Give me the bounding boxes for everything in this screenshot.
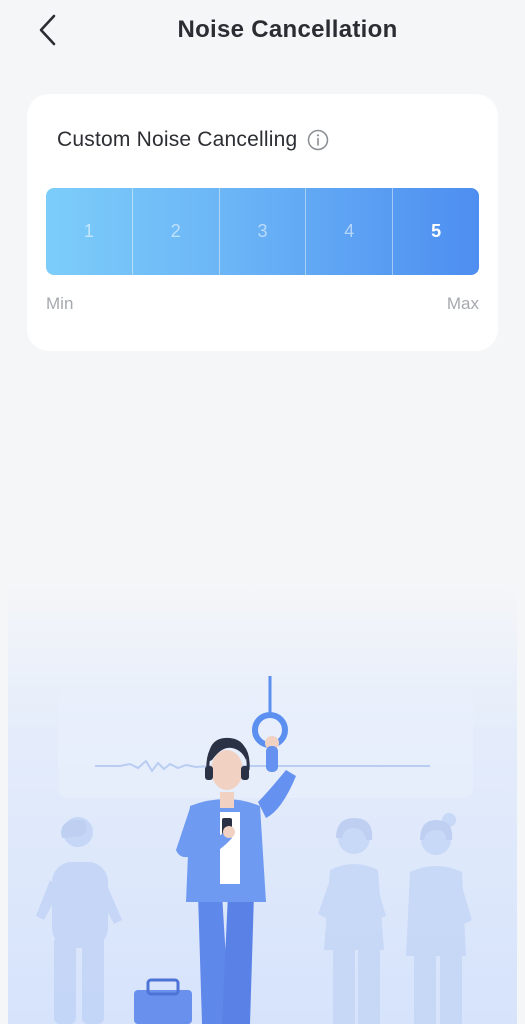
level-segment-2[interactable]: 2 [133,188,220,275]
noise-cancelling-card: Custom Noise Cancelling 1 2 3 4 5 Min Ma… [27,94,498,351]
header: Noise Cancellation [0,0,525,62]
level-segment-3[interactable]: 3 [220,188,307,275]
level-segment-5[interactable]: 5 [393,188,479,275]
card-title: Custom Noise Cancelling [57,128,298,151]
page-title: Noise Cancellation [177,16,398,43]
level-segment-4[interactable]: 4 [306,188,394,275]
level-segment-1[interactable]: 1 [46,188,133,275]
range-min-label: Min [46,294,74,313]
commuter-illustration [8,580,517,1024]
info-icon[interactable] [307,129,329,151]
card-title-row: Custom Noise Cancelling [57,128,329,152]
noise-level-selector: 1 2 3 4 5 [46,188,479,275]
range-max-label: Max [446,294,479,313]
